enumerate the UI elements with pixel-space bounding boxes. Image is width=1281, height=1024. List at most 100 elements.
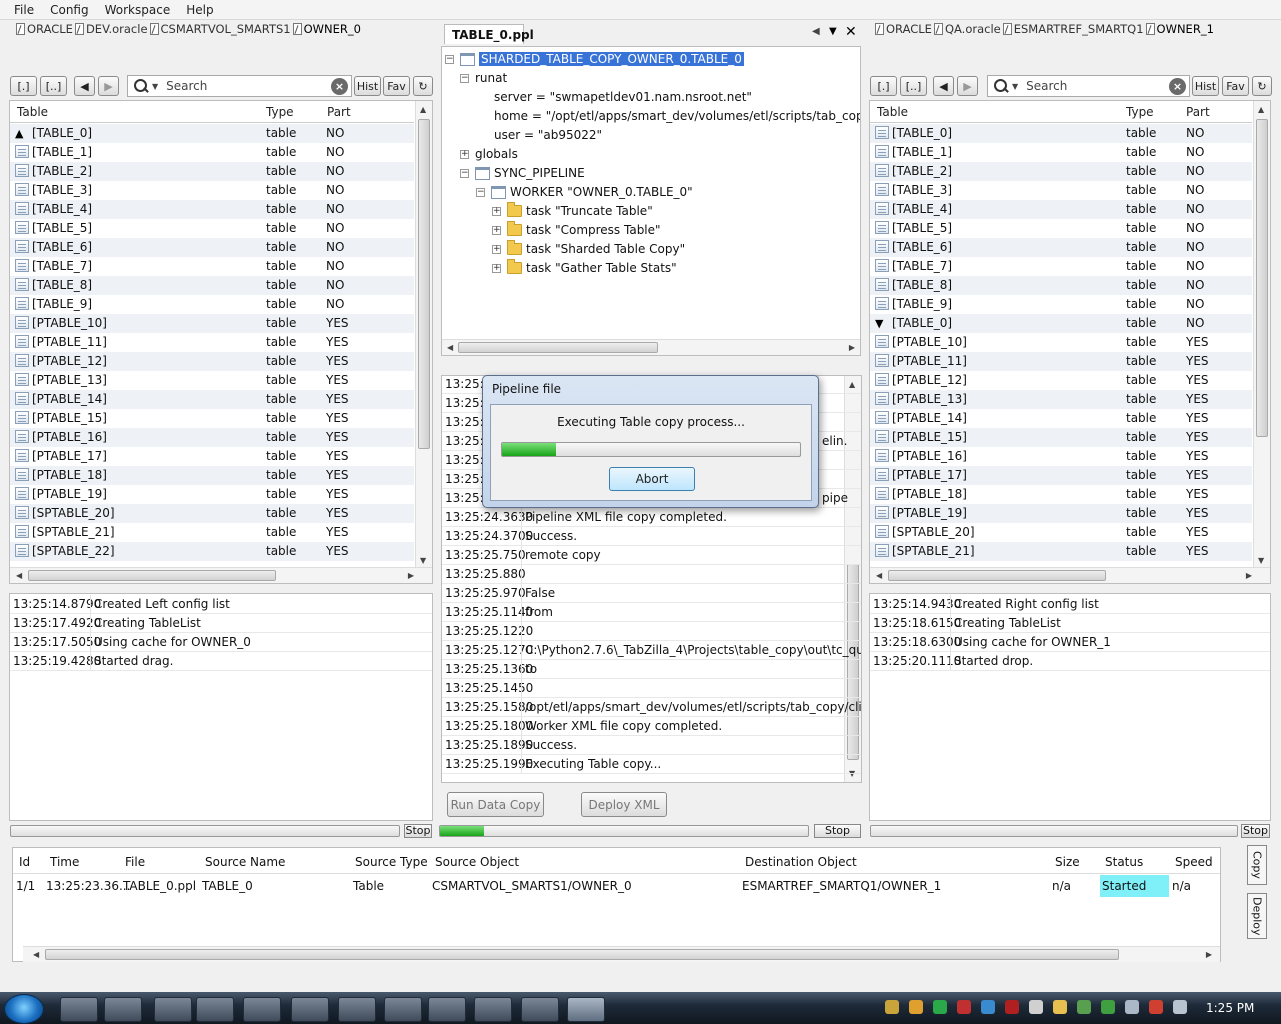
table-row[interactable]: [TABLE_8] table NO — [870, 276, 1252, 295]
col-table[interactable]: Table — [877, 105, 908, 119]
table-row[interactable]: [PTABLE_12] table YES — [870, 371, 1252, 390]
table-row[interactable]: [PTABLE_17] table YES — [10, 447, 414, 466]
right-refresh-icon[interactable]: ↻ — [1252, 76, 1272, 96]
tab-table0-ppl[interactable]: TABLE_0.ppl — [444, 24, 534, 44]
table-row[interactable]: [PTABLE_19] table YES — [870, 504, 1252, 523]
table-row[interactable]: [PTABLE_13] table YES — [870, 390, 1252, 409]
table-row[interactable]: [TABLE_1] table NO — [10, 143, 414, 162]
tab-close-icon[interactable]: ✕ — [845, 24, 857, 40]
tray-icon[interactable] — [957, 1000, 971, 1014]
python-icon[interactable] — [567, 997, 605, 1022]
table-row[interactable]: [TABLE_1] table NO — [870, 143, 1252, 162]
col-file[interactable]: File — [125, 855, 145, 869]
col-size[interactable]: Size — [1055, 855, 1080, 869]
tree-task-gather-stats[interactable]: task "Gather Table Stats" — [526, 261, 677, 275]
file-explorer-icon[interactable] — [104, 997, 142, 1022]
table-row[interactable]: [TABLE_7] table NO — [10, 257, 414, 276]
collapse-icon[interactable]: − — [460, 168, 469, 178]
menu-file[interactable]: File — [14, 3, 34, 17]
left-up-two-button[interactable]: [..] — [40, 76, 67, 96]
right-path-schema[interactable]: OWNER_1 — [1157, 22, 1214, 36]
table-row[interactable]: [PTABLE_16] table YES — [870, 447, 1252, 466]
table-row[interactable]: ▲ [TABLE_0] table NO — [10, 124, 414, 143]
tray-icon[interactable] — [1005, 1000, 1019, 1014]
col-type[interactable]: Type — [266, 105, 294, 119]
table-row[interactable]: [TABLE_2] table NO — [10, 162, 414, 181]
left-back-arrow-icon[interactable]: ◀ — [74, 76, 95, 96]
table-row[interactable]: [TABLE_0] table NO — [870, 124, 1252, 143]
left-path-db[interactable]: CSMARTVOL_SMARTS1 — [161, 22, 291, 36]
app-icon[interactable] — [243, 997, 281, 1022]
left-search-input[interactable]: ▼ Search × — [127, 75, 352, 97]
col-speed[interactable]: Speed — [1175, 855, 1213, 869]
table-row[interactable]: [TABLE_6] table NO — [870, 238, 1252, 257]
expand-icon[interactable]: + — [460, 149, 469, 159]
table-row[interactable]: [PTABLE_11] table YES — [870, 352, 1252, 371]
table-row[interactable]: [SPTABLE_22] table YES — [10, 542, 414, 561]
tab-copy[interactable]: Copy — [1247, 845, 1267, 885]
table-row[interactable]: [TABLE_6] table NO — [10, 238, 414, 257]
left-path-schema[interactable]: OWNER_0 — [304, 22, 361, 36]
table-row[interactable]: [TABLE_3] table NO — [870, 181, 1252, 200]
table-row[interactable]: [PTABLE_14] table YES — [10, 390, 414, 409]
table-row[interactable]: [TABLE_7] table NO — [870, 257, 1252, 276]
col-time[interactable]: Time — [50, 855, 79, 869]
right-back-arrow-icon[interactable]: ◀ — [933, 76, 954, 96]
table-row[interactable]: [SPTABLE_21] table YES — [10, 523, 414, 542]
table-row[interactable]: [PTABLE_15] table YES — [870, 428, 1252, 447]
tree-globals[interactable]: globals — [475, 147, 518, 161]
table-row[interactable]: [TABLE_4] table NO — [870, 200, 1252, 219]
app-icon[interactable] — [384, 997, 422, 1022]
tab-list-chevron-icon[interactable]: ▼ — [829, 26, 837, 37]
table-row[interactable]: [PTABLE_11] table YES — [10, 333, 414, 352]
tree-user[interactable]: user = "ab95022" — [494, 128, 602, 142]
collapse-icon[interactable]: − — [476, 187, 485, 197]
tree-runat[interactable]: runat — [475, 71, 507, 85]
tray-icon[interactable] — [933, 1000, 947, 1014]
menu-config[interactable]: Config — [50, 3, 89, 17]
right-fav-button[interactable]: Fav — [1222, 76, 1249, 96]
abort-button[interactable]: Abort — [609, 467, 695, 491]
table-row[interactable]: [PTABLE_12] table YES — [10, 352, 414, 371]
command-prompt-icon[interactable] — [474, 997, 512, 1022]
expand-icon[interactable]: + — [492, 206, 501, 216]
taskbar-clock[interactable]: 1:25 PM — [1206, 1001, 1254, 1015]
tree-task-compress[interactable]: task "Compress Table" — [526, 223, 661, 237]
col-type[interactable]: Type — [1126, 105, 1154, 119]
tree-home[interactable]: home = "/opt/etl/apps/smart_dev/volumes/… — [494, 109, 860, 123]
clear-search-icon[interactable]: × — [1169, 78, 1186, 95]
expand-icon[interactable]: + — [492, 244, 501, 254]
right-table-hscrollbar[interactable]: ◀ ▶ — [870, 567, 1270, 583]
col-source-object[interactable]: Source Object — [435, 855, 519, 869]
clear-search-icon[interactable]: × — [331, 78, 348, 95]
app-icon[interactable] — [196, 997, 234, 1022]
left-table-hscrollbar[interactable]: ◀ ▶ — [10, 567, 432, 583]
network-icon[interactable] — [1125, 1000, 1139, 1014]
right-search-input[interactable]: ▼ Search × — [987, 75, 1190, 97]
table-row[interactable]: [PTABLE_16] table YES — [10, 428, 414, 447]
left-table-vscrollbar[interactable]: ▲ ▼ — [415, 101, 432, 569]
tree-task-sharded-copy[interactable]: task "Sharded Table Copy" — [526, 242, 685, 256]
tree-sync-pipeline[interactable]: SYNC_PIPELINE — [494, 166, 585, 180]
table-row[interactable]: [SPTABLE_21] table YES — [870, 542, 1252, 561]
menu-help[interactable]: Help — [186, 3, 213, 17]
expand-icon[interactable]: + — [492, 263, 501, 273]
tree-hscrollbar[interactable]: ◀ ▶ — [442, 339, 860, 355]
table-row[interactable]: [PTABLE_15] table YES — [10, 409, 414, 428]
left-path-env[interactable]: DEV.oracle — [86, 22, 148, 36]
table-row[interactable]: [TABLE_2] table NO — [870, 162, 1252, 181]
table-row[interactable]: [PTABLE_19] table YES — [10, 485, 414, 504]
tray-icon[interactable] — [885, 1000, 899, 1014]
app-icon[interactable] — [338, 997, 376, 1022]
tab-scroll-left-icon[interactable]: ◀ — [812, 26, 820, 37]
app-icon[interactable] — [428, 997, 466, 1022]
left-fav-button[interactable]: Fav — [383, 76, 410, 96]
col-source-name[interactable]: Source Name — [205, 855, 285, 869]
tray-icon[interactable] — [1101, 1000, 1115, 1014]
deploy-xml-button[interactable]: Deploy XML — [581, 792, 667, 817]
left-hist-button[interactable]: Hist — [354, 76, 381, 96]
tree-worker[interactable]: WORKER "OWNER_0.TABLE_0" — [510, 185, 693, 199]
table-row[interactable]: ▼ [TABLE_0] table NO — [870, 314, 1252, 333]
run-data-copy-button[interactable]: Run Data Copy — [447, 792, 544, 817]
table-row[interactable]: [PTABLE_14] table YES — [870, 409, 1252, 428]
